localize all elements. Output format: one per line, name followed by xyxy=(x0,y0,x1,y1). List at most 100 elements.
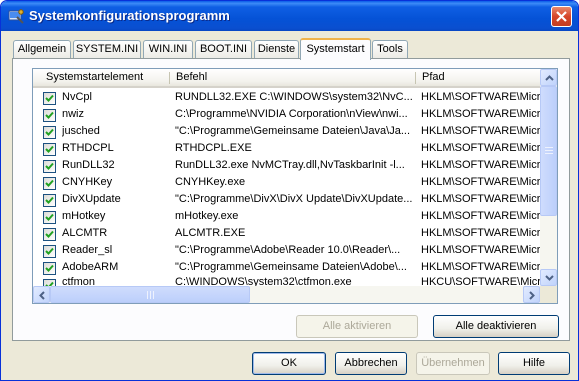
list-item[interactable]: CNYHKey CNYHKey.exe HKLM\SOFTWARE\Micros… xyxy=(33,174,541,191)
item-name: RTHDCPL xyxy=(62,142,114,154)
list-item[interactable]: AdobeARM "C:\Programme\Gemeinsame Dateie… xyxy=(33,259,541,276)
list-item[interactable]: mHotkey mHotkey.exe HKLM\SOFTWARE\Micros… xyxy=(33,208,541,225)
item-command: "C:\Programme\Adobe\Reader 10.0\Reader\.… xyxy=(175,244,401,256)
scroll-up-button[interactable] xyxy=(540,69,557,86)
item-name: AdobeARM xyxy=(62,261,119,273)
grip-line xyxy=(150,291,151,299)
item-command: ALCMTR.EXE xyxy=(175,227,246,239)
disable-all-button[interactable]: Alle deaktivieren xyxy=(433,315,559,338)
list-item[interactable]: ALCMTR ALCMTR.EXE HKLM\SOFTWARE\Microsof xyxy=(33,225,541,242)
startup-checkbox[interactable] xyxy=(43,194,56,207)
startup-checkbox[interactable] xyxy=(43,245,56,258)
list-item[interactable]: RTHDCPL RTHDCPL.EXE HKLM\SOFTWARE\Micros… xyxy=(33,140,541,157)
item-command: RTHDCPL.EXE xyxy=(175,142,252,154)
tab-system-ini[interactable]: SYSTEM.INI xyxy=(73,40,141,58)
item-name: NvCpl xyxy=(62,91,92,103)
startup-checkbox[interactable] xyxy=(43,279,56,286)
arrow-up-icon xyxy=(545,75,554,81)
tab-dienste[interactable]: Dienste xyxy=(254,40,299,58)
checkmark-icon xyxy=(45,162,54,170)
checkmark-icon xyxy=(45,230,54,238)
item-path: HKLM\SOFTWARE\Microsof xyxy=(421,125,541,137)
checkmark-icon xyxy=(45,111,54,119)
scrollbar-corner xyxy=(540,286,557,303)
list-header: Systemstartelement Befehl Pfad xyxy=(33,69,540,88)
arrow-down-icon xyxy=(545,275,554,281)
column-header-command[interactable]: Befehl xyxy=(170,69,400,86)
item-name: ALCMTR xyxy=(62,227,108,239)
startup-checkbox[interactable] xyxy=(43,126,56,139)
enable-all-button[interactable]: Alle aktivieren xyxy=(296,315,418,338)
grip-line xyxy=(545,150,553,151)
item-path: HKLM\SOFTWARE\Microsof xyxy=(421,244,541,256)
checkmark-icon xyxy=(45,264,54,272)
vertical-scroll-thumb[interactable] xyxy=(540,86,557,216)
grip-line xyxy=(545,147,553,148)
scroll-down-button[interactable] xyxy=(540,269,557,286)
item-name: RunDLL32 xyxy=(62,159,115,171)
startup-list[interactable]: Systemstartelement Befehl Pfad NvCpl RUN… xyxy=(32,68,558,304)
scroll-left-button[interactable] xyxy=(33,286,50,303)
arrow-right-icon xyxy=(529,291,535,300)
title-bar[interactable]: Systemkonfigurationsprogramm xyxy=(1,1,578,31)
checkmark-icon xyxy=(45,145,54,153)
item-command: CNYHKey.exe xyxy=(175,176,246,188)
startup-checkbox[interactable] xyxy=(43,109,56,122)
horizontal-scroll-thumb[interactable] xyxy=(50,286,250,303)
item-path: HKLM\SOFTWARE\Microsof xyxy=(421,176,541,188)
item-path: HKLM\SOFTWARE\Microsof xyxy=(421,91,541,103)
column-header-path[interactable]: Pfad xyxy=(416,69,540,86)
item-command: "C:\Programme\Gemeinsame Dateien\Adobe\.… xyxy=(175,261,407,273)
arrow-left-icon xyxy=(39,291,45,300)
item-path: HKLM\SOFTWARE\Microsof xyxy=(421,159,541,171)
startup-checkbox[interactable] xyxy=(43,160,56,173)
item-command: "C:\Programme\Gemeinsame Dateien\Java\Ja… xyxy=(175,125,410,137)
item-path: HKLM\SOFTWARE\Microsof xyxy=(421,108,541,120)
vertical-scrollbar[interactable] xyxy=(540,69,557,286)
item-path: HKLM\SOFTWARE\Microsof xyxy=(421,193,541,205)
list-item[interactable]: Reader_sl "C:\Programme\Adobe\Reader 10.… xyxy=(33,242,541,259)
list-item[interactable]: DivXUpdate "C:\Programme\DivX\DivX Updat… xyxy=(33,191,541,208)
list-item[interactable]: jusched "C:\Programme\Gemeinsame Dateien… xyxy=(33,123,541,140)
startup-checkbox[interactable] xyxy=(43,143,56,156)
list-item[interactable]: ctfmon C:\WINDOWS\system32\ctfmon.exe HK… xyxy=(33,276,540,286)
startup-checkbox[interactable] xyxy=(43,177,56,190)
close-button[interactable] xyxy=(551,6,572,27)
item-path: HKLM\SOFTWARE\Microsof xyxy=(421,142,541,154)
systemstart-panel: Systemstartelement Befehl Pfad NvCpl RUN… xyxy=(12,58,570,341)
item-path: HKLM\SOFTWARE\Microsof xyxy=(421,210,541,222)
item-name: mHotkey xyxy=(62,210,106,222)
item-command: mHotkey.exe xyxy=(175,210,239,222)
item-path: HKLM\SOFTWARE\Microsof xyxy=(421,227,541,239)
cancel-button[interactable]: Abbrechen xyxy=(335,352,407,375)
item-command: C:\WINDOWS\system32\ctfmon.exe xyxy=(175,276,352,286)
list-item[interactable]: nwiz C:\Programme\NVIDIA Corporation\nVi… xyxy=(33,106,541,123)
tab-boot-ini[interactable]: BOOT.INI xyxy=(195,40,252,58)
tab-allgemein[interactable]: Allgemein xyxy=(13,40,71,58)
grip-line xyxy=(153,291,154,299)
item-name: nwiz xyxy=(62,108,85,120)
startup-checkbox[interactable] xyxy=(43,228,56,241)
item-path: HKLM\SOFTWARE\Microsof xyxy=(421,261,541,273)
apply-button[interactable]: Übernehmen xyxy=(416,352,490,375)
list-item[interactable]: RunDLL32 RunDLL32.exe NvMCTray.dll,NvTas… xyxy=(33,157,541,174)
list-item[interactable]: NvCpl RUNDLL32.EXE C:\WINDOWS\system32\N… xyxy=(33,89,541,106)
tab-win-ini[interactable]: WIN.INI xyxy=(143,40,193,58)
close-icon xyxy=(556,11,567,22)
item-name: jusched xyxy=(62,125,100,137)
grip-line xyxy=(545,153,553,154)
scroll-right-button[interactable] xyxy=(523,286,540,303)
startup-checkbox[interactable] xyxy=(43,92,56,105)
window-title: Systemkonfigurationsprogramm xyxy=(29,8,230,23)
column-header-name[interactable]: Systemstartelement xyxy=(40,69,160,86)
checkmark-icon xyxy=(45,94,54,102)
ok-button[interactable]: OK xyxy=(252,352,326,375)
horizontal-scrollbar[interactable] xyxy=(33,286,540,303)
startup-checkbox[interactable] xyxy=(43,211,56,224)
item-command: C:\Programme\NVIDIA Corporation\nView\nw… xyxy=(175,108,408,120)
item-path: HKCU\SOFTWARE\Microsof xyxy=(421,276,540,286)
tab-tools[interactable]: Tools xyxy=(372,40,408,58)
tab-systemstart[interactable]: Systemstart xyxy=(300,38,371,60)
startup-checkbox[interactable] xyxy=(43,262,56,275)
help-button[interactable]: Hilfe xyxy=(498,352,570,375)
